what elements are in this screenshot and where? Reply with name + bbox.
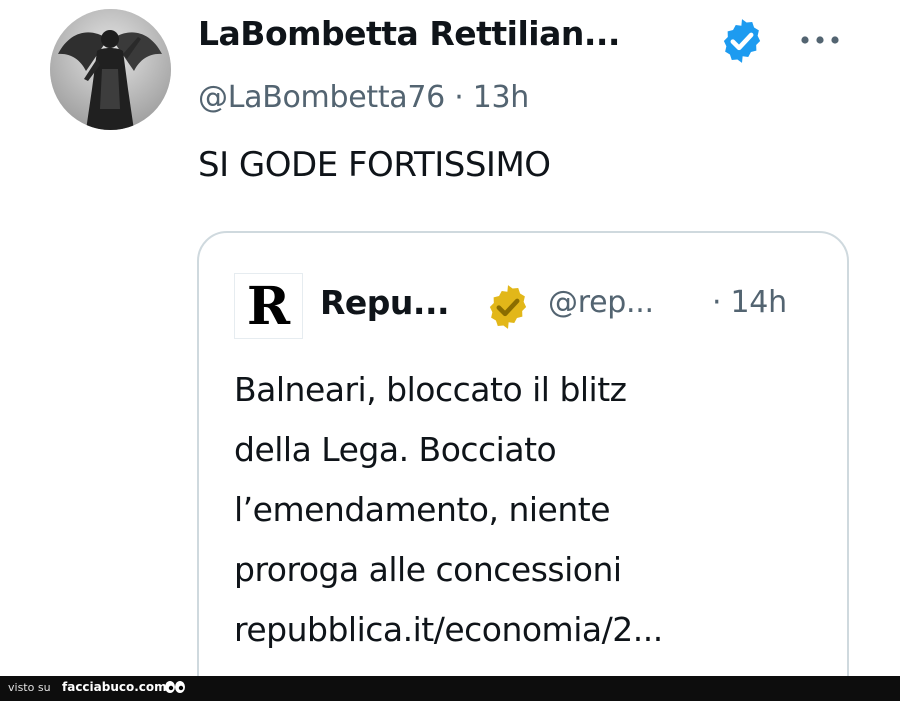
logo-letter: R — [246, 276, 291, 337]
gold-verified-badge-icon — [489, 285, 527, 329]
separator-dot: · — [712, 285, 722, 320]
tweet-time[interactable]: 13h — [473, 80, 530, 115]
quote-time-line: · 14h — [712, 285, 787, 320]
angel-statue-avatar — [50, 9, 171, 130]
separator-dot: · — [454, 80, 464, 115]
quote-text-line: Balneari, bloccato il blitz — [234, 370, 627, 409]
quote-text-line: l’emendamento, niente — [234, 490, 611, 529]
watermark-prefix: visto su — [8, 681, 51, 694]
quote-avatar-logo[interactable]: R — [234, 273, 303, 339]
watermark-bar: visto su facciabuco.com — [0, 676, 900, 701]
quote-time[interactable]: 14h — [731, 285, 788, 320]
handle-time-line: @LaBombetta76 · 13h — [198, 80, 529, 115]
quote-link[interactable]: repubblica.it/economia/2... — [234, 600, 834, 660]
quote-text: Balneari, bloccato il blitz della Lega. … — [234, 360, 834, 660]
more-dots-icon[interactable] — [795, 30, 845, 50]
verified-badge-icon — [723, 19, 761, 63]
quote-display-name[interactable]: Repu... — [320, 283, 450, 322]
eyes-icon — [165, 681, 185, 693]
quote-handle[interactable]: @rep... — [548, 285, 654, 320]
display-name[interactable]: LaBombetta Rettilian... — [198, 14, 620, 53]
quote-text-line: proroga alle concessioni — [234, 550, 622, 589]
watermark-site: facciabuco.com — [62, 680, 167, 694]
user-handle[interactable]: @LaBombetta76 — [198, 80, 445, 115]
quote-text-line: della Lega. Bocciato — [234, 430, 557, 469]
avatar[interactable] — [50, 9, 171, 130]
tweet-text: SI GODE FORTISSIMO — [198, 145, 551, 185]
